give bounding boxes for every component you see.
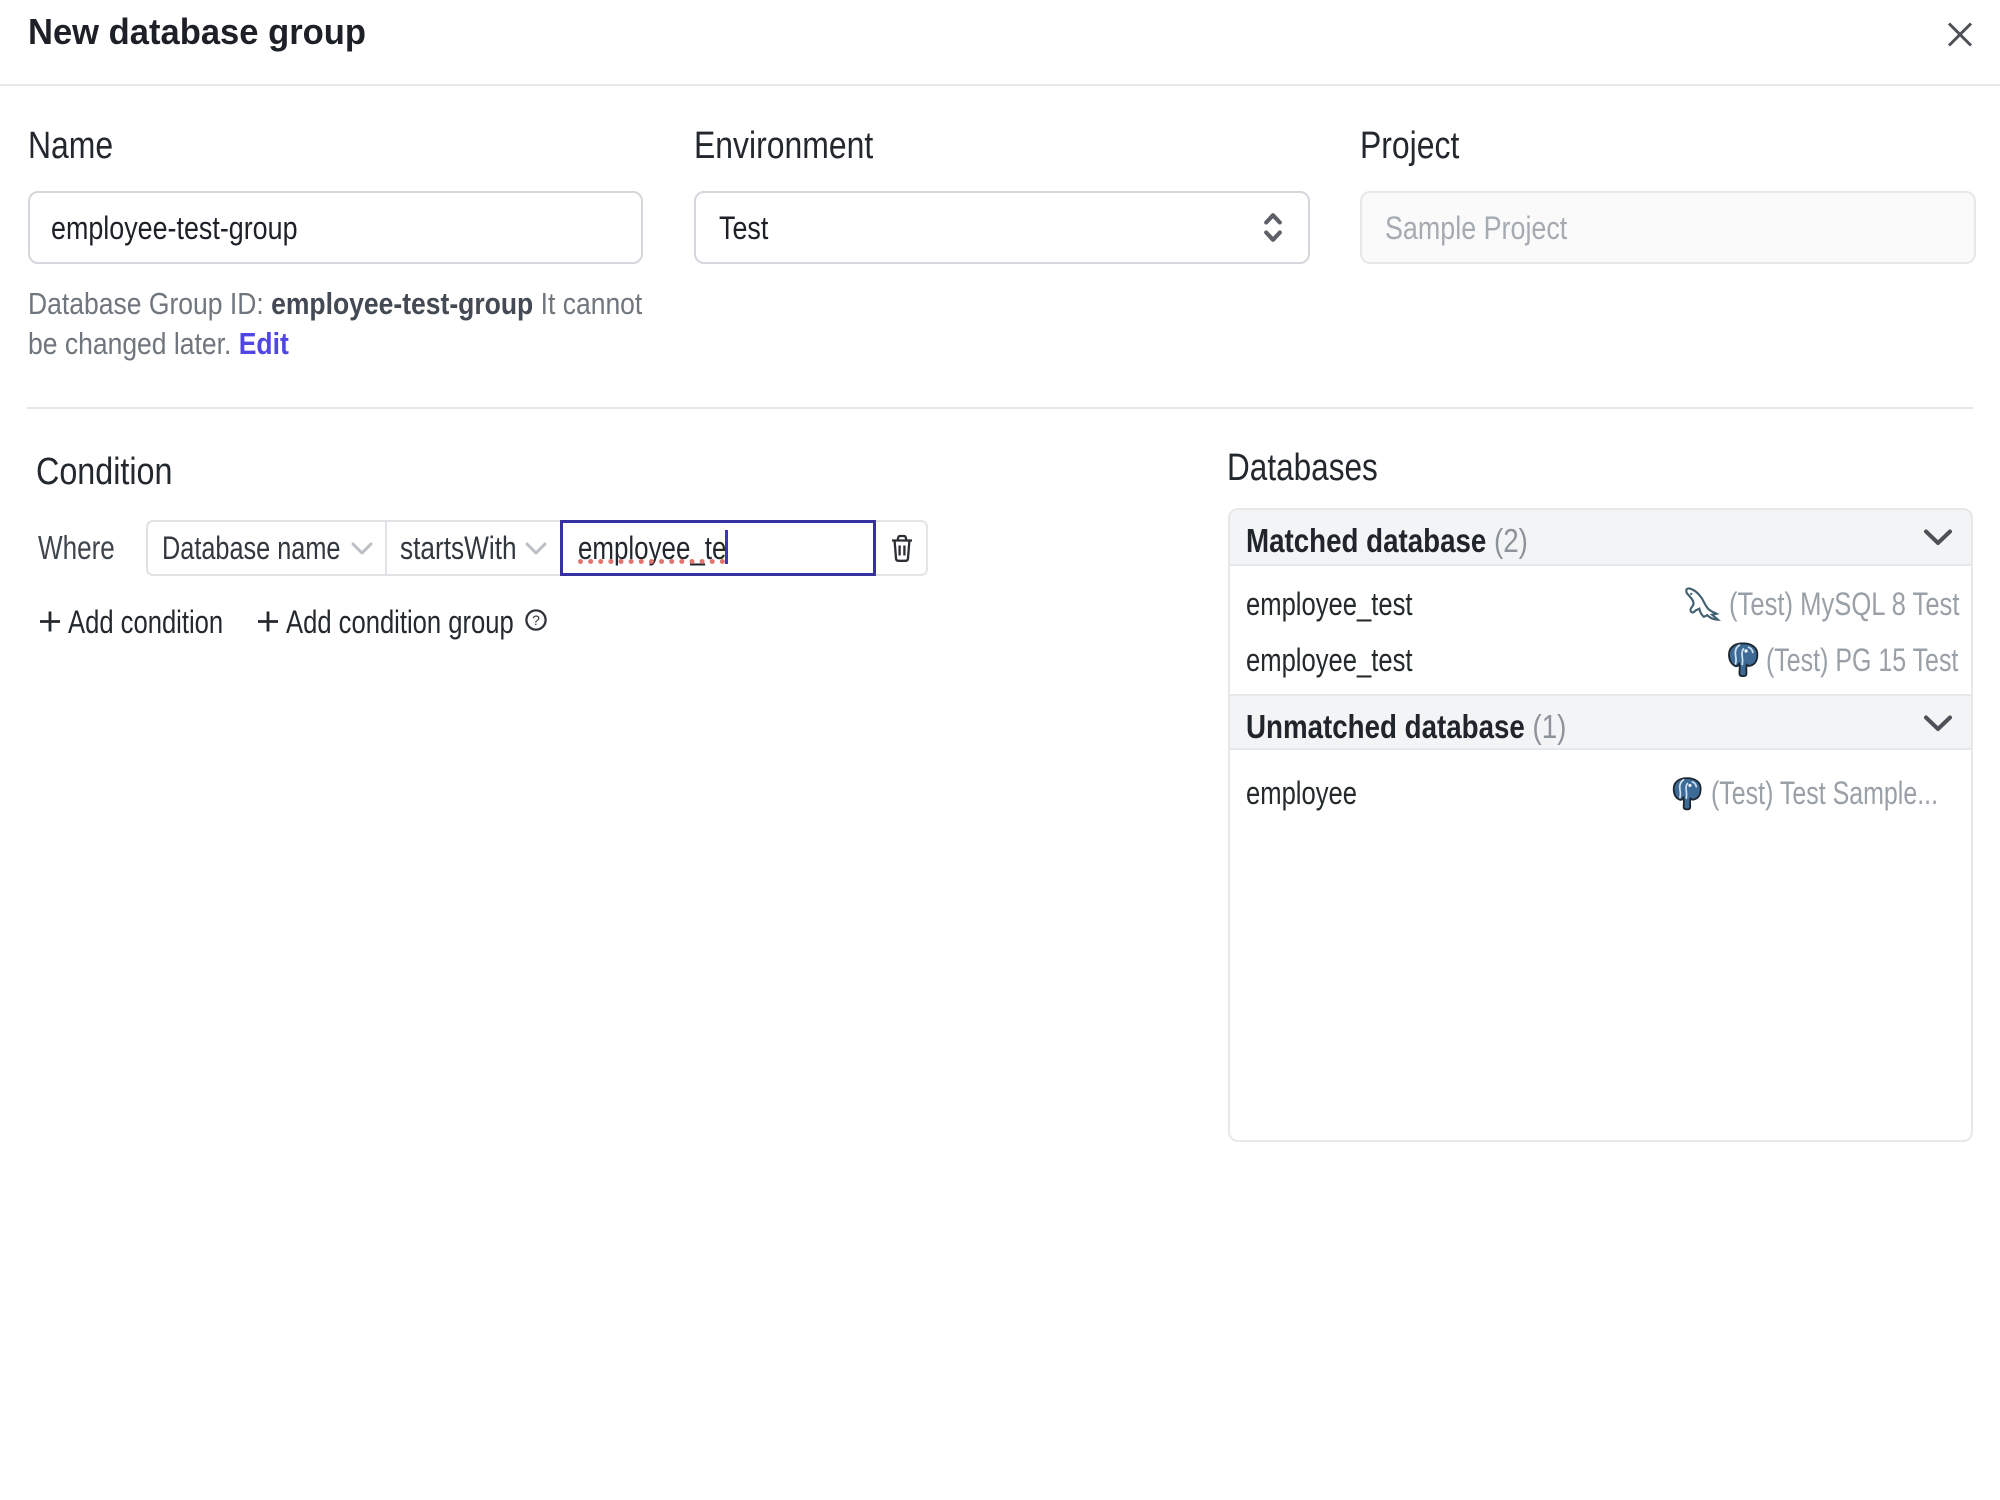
svg-text:?: ? bbox=[532, 612, 540, 628]
